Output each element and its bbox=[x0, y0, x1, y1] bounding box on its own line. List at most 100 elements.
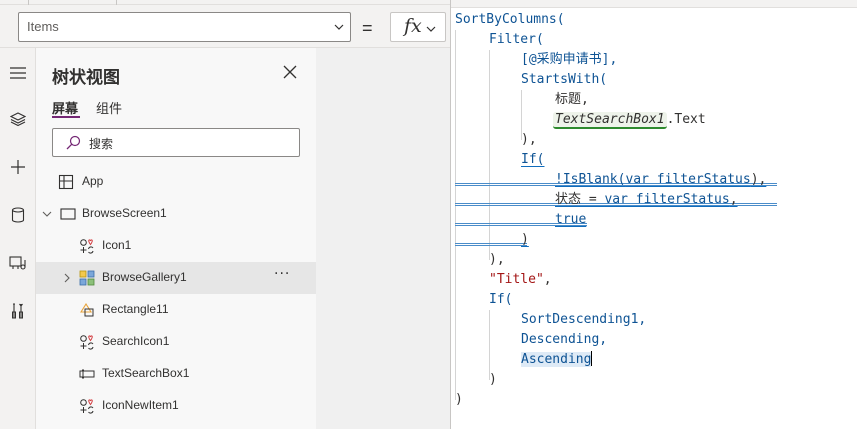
tree-node-iconnewitem1[interactable]: IconNewItem1 bbox=[36, 390, 316, 422]
code-token: "Title" bbox=[489, 272, 544, 287]
hamburger-icon[interactable] bbox=[3, 58, 33, 88]
code-token: StartsWith( bbox=[521, 72, 608, 87]
tree-node-label: IconNewItem1 bbox=[102, 398, 179, 412]
code-line: If( bbox=[521, 150, 544, 170]
code-token: ) bbox=[521, 232, 529, 247]
tools-icon[interactable] bbox=[3, 296, 33, 326]
code-token: 状态 = bbox=[555, 192, 605, 207]
tab-components[interactable]: 组件 bbox=[96, 98, 122, 117]
shape-icon bbox=[80, 302, 94, 317]
code-line: 标题, bbox=[555, 90, 589, 110]
code-token: ), bbox=[521, 132, 537, 147]
indent-guide bbox=[455, 30, 456, 400]
code-line: true bbox=[555, 210, 586, 230]
tree-search-box[interactable]: 搜索 bbox=[52, 128, 300, 157]
code-token: true bbox=[555, 212, 587, 227]
code-line: TextSearchBox1 .Text bbox=[553, 110, 706, 130]
code-token: , bbox=[543, 272, 552, 287]
chevron-right-icon[interactable] bbox=[62, 273, 72, 283]
chevron-down-icon bbox=[334, 24, 344, 30]
editor-top-strip bbox=[451, 0, 857, 8]
code-token: SortByColumns( bbox=[455, 12, 565, 27]
code-line: 状态 = var filterStatus, bbox=[555, 190, 738, 210]
code-token: Descending, bbox=[521, 332, 608, 347]
code-line: ), bbox=[521, 130, 537, 150]
icon-control-icon bbox=[80, 399, 94, 414]
code-token: Filter( bbox=[489, 32, 544, 47]
code-token: [@采购申请书], bbox=[521, 52, 618, 67]
code-line: ) bbox=[489, 370, 497, 390]
code-token: var filterStatus bbox=[625, 172, 751, 187]
tree-node-app[interactable]: App bbox=[36, 166, 316, 198]
fx-button[interactable]: fx bbox=[390, 12, 446, 42]
close-icon[interactable] bbox=[282, 64, 298, 80]
code-line: Descending, bbox=[521, 330, 607, 350]
property-dropdown-value: Items bbox=[27, 19, 59, 34]
tree-node-icon1[interactable]: Icon1 bbox=[36, 230, 316, 262]
canvas-area bbox=[316, 48, 450, 429]
code-token: .Text bbox=[666, 112, 706, 127]
app-icon bbox=[58, 174, 74, 190]
layers-icon[interactable] bbox=[3, 104, 33, 134]
formula-bar: Items = fx bbox=[0, 5, 450, 48]
tree-node-textsearchbox1[interactable]: TextSearchBox1 bbox=[36, 358, 316, 390]
indent-guide bbox=[489, 50, 490, 260]
tree-node-label: BrowseScreen1 bbox=[82, 206, 167, 220]
code-token: , bbox=[729, 192, 738, 207]
code-line: ) bbox=[521, 230, 529, 250]
property-dropdown[interactable]: Items bbox=[18, 12, 351, 42]
code-token: 标题, bbox=[555, 92, 589, 107]
code-line: [@采购申请书], bbox=[521, 50, 617, 70]
tree-node-label: Icon1 bbox=[102, 238, 132, 252]
tree-node-label: TextSearchBox1 bbox=[102, 366, 190, 380]
code-token: If( bbox=[489, 292, 513, 307]
code-line: Ascending bbox=[521, 350, 593, 370]
active-tab-indicator bbox=[52, 116, 80, 118]
tree-node-label: SearchIcon1 bbox=[102, 334, 170, 348]
code-token: var filterStatus bbox=[604, 192, 730, 207]
code-token: If( bbox=[521, 152, 545, 167]
more-options-icon[interactable]: ··· bbox=[274, 266, 290, 282]
code-line: !IsBlank(var filterStatus), bbox=[555, 170, 766, 190]
code-token: !IsBlank( bbox=[555, 172, 626, 187]
tree-node-browsegallery1[interactable]: BrowseGallery1 ··· bbox=[36, 262, 316, 294]
code-line: ) bbox=[455, 390, 463, 410]
code-token: ), bbox=[750, 172, 767, 187]
code-line: If( bbox=[489, 290, 512, 310]
tree-node-searchicon1[interactable]: SearchIcon1 bbox=[36, 326, 316, 358]
code-token: ) bbox=[455, 392, 463, 407]
code-token: Ascending bbox=[521, 352, 592, 367]
power-apps-studio: Items = fx 树状视图 屏幕 组件 搜索 App BrowseScree… bbox=[0, 0, 857, 429]
formula-editor[interactable]: SortByColumns( Filter( [@采购申请书], StartsW… bbox=[450, 0, 857, 429]
control-reference-token[interactable]: TextSearchBox1 bbox=[553, 112, 667, 129]
tab-screens[interactable]: 屏幕 bbox=[52, 98, 78, 117]
tree-view-title: 树状视图 bbox=[52, 68, 120, 88]
error-squiggle bbox=[455, 243, 527, 246]
tree-node-label: BrowseGallery1 bbox=[102, 270, 187, 284]
icon-control-icon bbox=[80, 239, 94, 254]
code-token: SortDescending1, bbox=[521, 312, 647, 327]
gallery-icon bbox=[79, 270, 95, 286]
search-placeholder: 搜索 bbox=[89, 137, 114, 151]
chevron-down-icon[interactable] bbox=[42, 209, 52, 219]
text-caret bbox=[591, 351, 593, 366]
code-line: "Title", bbox=[489, 270, 552, 290]
tree-view-panel: 树状视图 屏幕 组件 搜索 App BrowseScreen1 Icon1 Br… bbox=[36, 48, 316, 429]
tree-node-label: App bbox=[82, 174, 104, 188]
code-token: ), bbox=[489, 252, 505, 267]
fx-label: fx bbox=[404, 15, 422, 37]
code-token: ) bbox=[489, 372, 497, 387]
plus-icon[interactable] bbox=[3, 152, 33, 182]
icon-control-icon bbox=[80, 335, 94, 350]
media-icon[interactable] bbox=[3, 248, 33, 278]
chevron-down-icon bbox=[426, 26, 436, 32]
tree-node-browsescreen1[interactable]: BrowseScreen1 bbox=[36, 198, 316, 230]
code-line: Filter( bbox=[489, 30, 544, 50]
search-icon bbox=[66, 135, 81, 150]
screen-icon bbox=[60, 208, 76, 220]
left-rail bbox=[0, 48, 36, 429]
database-icon[interactable] bbox=[3, 200, 33, 230]
code-line: ), bbox=[489, 250, 505, 270]
tree-node-rectangle11[interactable]: Rectangle11 bbox=[36, 294, 316, 326]
code-line: StartsWith( bbox=[521, 70, 607, 90]
